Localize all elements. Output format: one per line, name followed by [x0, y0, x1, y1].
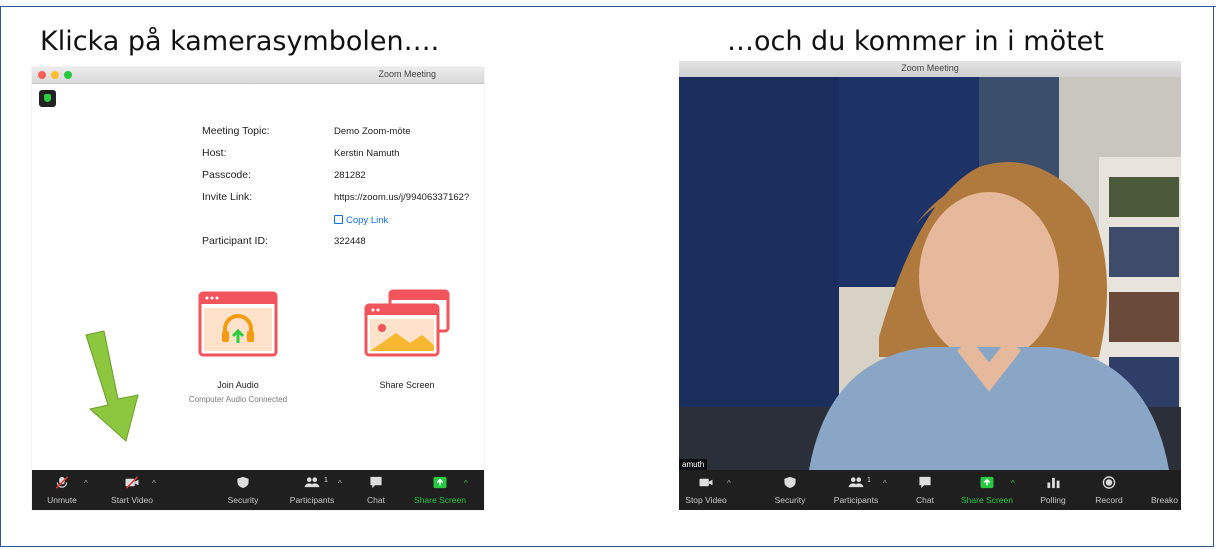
passcode-value: 281282	[334, 170, 366, 181]
share-screen-button[interactable]: Share Screen	[408, 470, 472, 510]
video-off-camera-icon	[125, 476, 139, 489]
participants-label: Participants	[289, 495, 335, 505]
participants-count: 1	[867, 477, 871, 484]
meeting-window-titlebar: Zoom Meeting	[679, 61, 1181, 78]
zoom-meeting-window: Zoom Meeting amuth Stop Video ^ Security…	[679, 61, 1181, 510]
security-label: Security	[227, 495, 259, 505]
polling-bar-icon	[1047, 477, 1060, 489]
meeting-toolbar: Unmute ^ Start Video ^ Security 1 Partic…	[32, 470, 484, 510]
record-icon	[1102, 476, 1116, 489]
start-video-label: Start Video	[111, 495, 153, 505]
chat-bubble-icon	[370, 476, 382, 489]
minimize-window-button[interactable]	[51, 71, 59, 79]
green-down-arrow-icon	[85, 330, 139, 442]
polling-button[interactable]: Polling	[1033, 470, 1073, 510]
polling-label: Polling	[1040, 495, 1066, 505]
video-camera-icon	[699, 478, 713, 487]
chat-button[interactable]: Chat	[907, 470, 943, 510]
participants-options-chevron-icon[interactable]: ^	[338, 479, 342, 488]
security-shield-toolbar-icon	[784, 476, 796, 489]
security-label: Security	[774, 495, 806, 505]
copy-link-button[interactable]: Copy Link	[334, 215, 388, 226]
share-screen-arrow-icon	[433, 476, 447, 489]
stop-video-label: Stop Video	[685, 495, 727, 505]
join-audio-label: Join Audio	[217, 380, 259, 390]
security-button[interactable]: Security	[218, 470, 268, 510]
stop-video-button[interactable]: Stop Video	[681, 470, 731, 510]
muted-microphone-icon	[55, 476, 69, 489]
share-screen-tile-label: Share Screen	[379, 380, 435, 390]
window-titlebar: Zoom Meeting	[32, 67, 484, 84]
meeting-topic-value: Demo Zoom-möte	[334, 126, 411, 137]
breakout-rooms-button[interactable]: Breako	[1143, 470, 1181, 510]
copy-link-label: Copy Link	[346, 215, 389, 226]
slide-top-strip	[0, 0, 1216, 7]
participants-icon	[304, 477, 320, 488]
unmute-button[interactable]: Unmute	[40, 470, 84, 510]
chat-label: Chat	[367, 495, 385, 505]
computer-audio-status: Computer Audio Connected	[188, 395, 288, 404]
record-label: Record	[1095, 495, 1123, 505]
participant-id-value: 322448	[334, 236, 366, 247]
start-video-button[interactable]: Start Video	[100, 470, 164, 510]
copy-icon	[334, 215, 343, 224]
share-screen-tile-button[interactable]	[362, 289, 452, 364]
security-shield-toolbar-icon	[237, 476, 249, 489]
meeting-window-title: Zoom Meeting	[901, 63, 959, 73]
unmute-label: Unmute	[47, 495, 77, 505]
join-audio-button[interactable]	[198, 291, 278, 362]
share-screen-button[interactable]: Share Screen	[957, 470, 1017, 510]
share-screen-label: Share Screen	[961, 495, 1013, 505]
video-feed-image	[679, 77, 1181, 470]
share-options-chevron-icon[interactable]: ^	[464, 479, 468, 488]
share-screen-icon	[364, 289, 450, 357]
participants-options-chevron-icon[interactable]: ^	[883, 479, 887, 488]
left-heading: Klicka på kamerasymbolen….	[40, 26, 440, 57]
security-shield-icon[interactable]	[39, 90, 56, 107]
passcode-label: Passcode:	[202, 169, 252, 181]
audio-options-chevron-icon[interactable]: ^	[84, 479, 88, 488]
window-title: Zoom Meeting	[378, 69, 436, 79]
chat-button[interactable]: Chat	[358, 470, 394, 510]
headphones-icon	[198, 291, 278, 357]
right-heading: …och du kommer in i mötet	[727, 26, 1104, 57]
meeting-topic-label: Meeting Topic:	[202, 125, 270, 137]
participant-video: amuth	[679, 77, 1181, 470]
participants-count: 1	[324, 477, 328, 484]
invite-link-value: https://zoom.us/j/99406337162?	[334, 192, 470, 203]
share-options-chevron-icon[interactable]: ^	[1011, 479, 1015, 488]
close-window-button[interactable]	[38, 71, 46, 79]
chat-label: Chat	[916, 495, 934, 505]
participants-button[interactable]: 1 Participants	[827, 470, 885, 510]
participants-button[interactable]: 1 Participants	[282, 470, 342, 510]
maximize-window-button[interactable]	[64, 71, 72, 79]
security-button[interactable]: Security	[765, 470, 815, 510]
participant-name-label: amuth	[679, 459, 708, 470]
chat-bubble-icon	[919, 476, 931, 489]
video-options-chevron-icon[interactable]: ^	[727, 479, 731, 488]
record-button[interactable]: Record	[1089, 470, 1129, 510]
video-options-chevron-icon[interactable]: ^	[152, 479, 156, 488]
share-screen-label: Share Screen	[414, 495, 466, 505]
breakout-rooms-label: Breako	[1151, 495, 1178, 505]
zoom-pre-meeting-window: Zoom Meeting Meeting Topic: Demo Zoom-mö…	[32, 67, 484, 510]
host-value: Kerstin Namuth	[334, 148, 400, 159]
participants-icon	[848, 477, 864, 488]
share-screen-arrow-icon	[980, 476, 994, 489]
participants-label: Participants	[833, 495, 879, 505]
meeting-toolbar-right: Stop Video ^ Security 1 Participants ^ C…	[679, 470, 1181, 510]
participant-id-label: Participant ID:	[202, 235, 268, 247]
invite-link-label: Invite Link:	[202, 191, 253, 203]
host-label: Host:	[202, 147, 227, 159]
